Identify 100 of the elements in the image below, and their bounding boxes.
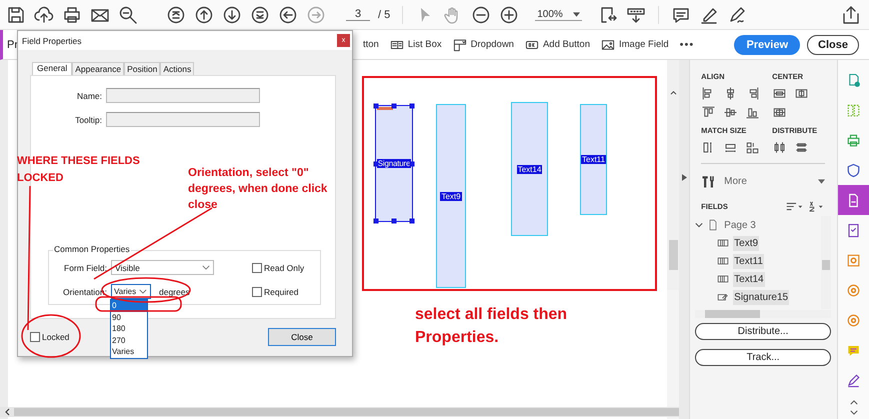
chevron-down-icon[interactable] (850, 410, 858, 415)
track-button[interactable]: Track... (695, 349, 831, 366)
zoom-out-icon[interactable] (471, 4, 492, 24)
form-document-icon (846, 192, 861, 208)
resize-handle[interactable] (374, 161, 378, 166)
resize-handle[interactable] (410, 161, 414, 166)
preview-button[interactable]: Preview (734, 34, 800, 54)
distribute-button[interactable]: Distribute... (695, 323, 831, 340)
back-icon[interactable] (278, 4, 298, 24)
resize-handle[interactable] (392, 218, 396, 224)
zoom-in-icon[interactable] (499, 4, 520, 24)
field-label: Text9 (440, 192, 462, 200)
last-page-icon[interactable] (250, 4, 270, 24)
page-number-field[interactable]: 3 (346, 8, 370, 21)
image-icon (600, 38, 615, 52)
page-total: / 5 (378, 8, 390, 20)
more-button[interactable]: ••• (680, 38, 694, 50)
more-tools-button[interactable]: More (701, 174, 825, 189)
sort-icon[interactable] (786, 201, 803, 212)
dropdown-icon (452, 38, 467, 52)
caret-icon (139, 289, 147, 294)
resize-handle[interactable] (374, 104, 378, 108)
annotation-text: select all fields then Properties. (415, 305, 568, 348)
scroll-thumb[interactable] (668, 240, 678, 270)
scroll-thumb[interactable] (822, 260, 830, 270)
caret-icon (572, 12, 580, 16)
resize-handle[interactable] (410, 104, 414, 108)
resize-handle[interactable] (374, 218, 378, 224)
close-button[interactable]: Close (807, 34, 859, 54)
previous-page-icon[interactable] (194, 4, 214, 24)
expand-panel-icon[interactable] (682, 174, 687, 180)
field-label: Text14 (516, 164, 542, 174)
required-checkbox[interactable]: Required (252, 286, 314, 296)
dropdown-option[interactable]: 270 (111, 334, 147, 346)
tree-scrollbar[interactable] (821, 216, 831, 309)
print-icon[interactable] (62, 4, 82, 24)
next-page-icon[interactable] (222, 4, 242, 24)
signature-field-icon (717, 291, 730, 303)
horizontal-scrollbar[interactable] (0, 407, 680, 417)
form-tool-button[interactable]: Dropdown (452, 38, 514, 52)
dialog-title: Field Properties (22, 36, 82, 46)
text-field-icon (717, 237, 730, 249)
scroll-up-icon[interactable] (670, 90, 677, 95)
first-page-icon[interactable] (166, 4, 186, 24)
group-title: Common Properties (53, 244, 131, 254)
form-tool-button[interactable]: Image Field (600, 38, 669, 52)
tool-title: Pr (7, 38, 19, 50)
tree-item[interactable]: Signature15 (733, 290, 790, 304)
tab[interactable]: Position (124, 62, 160, 75)
chevron-up-icon[interactable] (850, 400, 858, 405)
form-tool-button[interactable]: Add Button (524, 38, 590, 52)
scroll-thumb[interactable] (14, 408, 680, 416)
signature-field[interactable]: Signature (375, 105, 413, 222)
tree-item[interactable]: Text14 (733, 272, 765, 286)
tools-icon (701, 174, 716, 189)
resize-handle[interactable] (410, 218, 414, 224)
tree-item[interactable]: Page 3 (723, 218, 757, 232)
tree-item[interactable]: Text9 (733, 236, 760, 250)
tree-item[interactable]: Text11 (733, 254, 764, 268)
text-field-icon (717, 273, 730, 285)
chevron-icon[interactable] (695, 221, 704, 229)
save-icon[interactable] (6, 4, 26, 24)
dropdown-option[interactable]: 90 (111, 312, 147, 323)
text-field[interactable]: Text9 (436, 104, 466, 288)
tab[interactable]: General (32, 62, 72, 75)
close-button[interactable]: Close (268, 328, 336, 346)
zoom-dropdown[interactable]: 100% (535, 8, 582, 20)
tab[interactable]: Actions (160, 62, 194, 75)
orientation-dropdown[interactable]: Varies (111, 284, 151, 299)
dropdown-option[interactable]: Varies (111, 346, 147, 358)
name-field[interactable] (106, 88, 260, 103)
tooltip-field[interactable] (106, 112, 260, 127)
sort-alphabetical-icon[interactable] (808, 201, 825, 212)
form-tool-button[interactable]: tton (363, 39, 379, 50)
tab[interactable]: Appearance (72, 62, 124, 75)
text-field[interactable]: Text14 (511, 102, 548, 236)
checklist-document-icon (846, 222, 861, 238)
match-both-icon[interactable] (745, 140, 760, 155)
shield-icon (846, 162, 861, 178)
zoom-out-icon[interactable] (118, 4, 138, 24)
scroll-thumb[interactable] (705, 310, 760, 318)
form-field-dropdown[interactable]: Visible (111, 260, 214, 275)
vertical-scrollbar[interactable] (667, 60, 680, 290)
dropdown-option[interactable]: 180 (111, 323, 147, 334)
locked-checkbox[interactable]: Locked (30, 332, 92, 342)
form-tool-button[interactable]: List Box (390, 38, 442, 52)
share-icon[interactable] (841, 4, 861, 24)
page-icon (707, 219, 720, 231)
tree-horizontal-scrollbar[interactable] (695, 310, 831, 318)
read-only-checkbox[interactable]: Read Only (252, 262, 314, 272)
rail-tool-button[interactable] (838, 185, 869, 215)
distribute-horizontal-icon[interactable] (772, 140, 788, 155)
text-field[interactable]: Text11 (580, 104, 607, 215)
field-label: Signature (376, 159, 412, 168)
signature-pen-icon (846, 372, 861, 388)
scroll-left-icon[interactable] (4, 408, 10, 416)
gear-document-icon (846, 252, 861, 268)
gear-icon (846, 282, 861, 298)
cloud-upload-icon[interactable] (34, 4, 54, 24)
resize-handle[interactable] (392, 104, 396, 108)
